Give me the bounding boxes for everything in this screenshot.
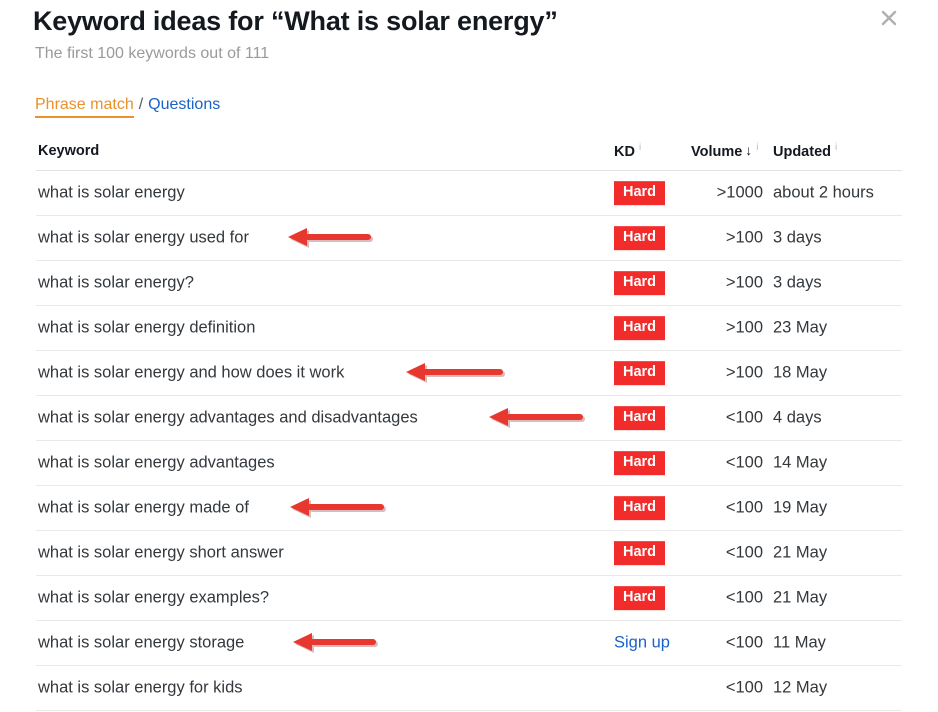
- cell-keyword: what is solar energy for kids: [38, 678, 243, 697]
- kd-badge: Hard: [614, 541, 666, 565]
- cell-updated: 4 days: [773, 408, 822, 427]
- table-row[interactable]: what is solar energy advantages Hard <100 1…: [36, 441, 902, 486]
- table-row[interactable]: what is solar energy advantages and disa…: [36, 396, 902, 441]
- cell-updated: 11 May: [773, 633, 826, 652]
- cell-updated: about 2 hours: [773, 183, 874, 202]
- table-row[interactable]: what is solar energy examples? Hard <100 21…: [36, 576, 902, 621]
- cell-volume: >1000: [716, 183, 763, 202]
- match-type-tabs: Phrase match / Questions: [35, 96, 220, 118]
- table-row[interactable]: what is solar energy definition Hard >100 2…: [36, 306, 902, 351]
- table-row[interactable]: what is solar energy short answer Hard <10…: [36, 531, 902, 576]
- cell-volume: <100: [725, 588, 763, 607]
- column-header-updated-label: Updated: [773, 143, 831, 160]
- cell-volume: >100: [725, 273, 763, 292]
- cell-updated: 3 days: [773, 273, 822, 292]
- kd-badge: Hard: [614, 316, 666, 340]
- kd-badge: Hard: [614, 181, 666, 205]
- close-icon[interactable]: [875, 4, 903, 32]
- cell-updated: 12 May: [773, 678, 828, 697]
- cell-volume: <100: [725, 453, 763, 472]
- column-header-keyword: Keyword: [38, 142, 100, 159]
- table-body: what is solar energy Hard >1000 about 2 hou…: [36, 171, 902, 711]
- info-icon-kd[interactable]: i: [639, 142, 641, 153]
- cell-volume: >100: [725, 363, 763, 382]
- info-icon-updated[interactable]: i: [835, 142, 837, 153]
- table-header-row: Keyword KD i Volume ↓ i Updated i: [36, 131, 902, 171]
- cell-keyword: what is solar energy advantages: [38, 453, 275, 472]
- cell-keyword: what is solar energy storage: [38, 633, 245, 652]
- cell-updated: 3 days: [773, 228, 822, 247]
- column-header-kd-label: KD: [614, 143, 635, 160]
- tab-separator: /: [138, 96, 144, 113]
- kd-badge: Hard: [614, 451, 666, 475]
- kd-badge: Hard: [614, 226, 666, 250]
- table-row[interactable]: what is solar energy storage Sign up <100 1…: [36, 621, 902, 666]
- keyword-ideas-panel: Keyword ideas for “What is solar energy”…: [0, 0, 938, 712]
- tab-questions[interactable]: Questions: [148, 96, 220, 113]
- sign-up-link[interactable]: Sign up: [614, 634, 670, 653]
- column-header-volume-label: Volume: [691, 143, 743, 160]
- cell-keyword: what is solar energy short answer: [38, 543, 284, 562]
- cell-volume: <100: [725, 408, 763, 427]
- cell-updated: 21 May: [773, 588, 828, 607]
- table-row[interactable]: what is solar energy for kids <100 12 May: [36, 666, 902, 711]
- keyword-table: Keyword KD i Volume ↓ i Updated i what is so…: [36, 131, 902, 711]
- cell-volume: >100: [725, 228, 763, 247]
- cell-keyword: what is solar energy used for: [38, 228, 249, 247]
- table-row[interactable]: what is solar energy made of Hard <100 19 M…: [36, 486, 902, 531]
- cell-keyword: what is solar energy advantages and disa…: [38, 408, 418, 427]
- cell-updated: 19 May: [773, 498, 828, 517]
- cell-volume: <100: [725, 543, 763, 562]
- cell-keyword: what is solar energy and how does it wor…: [38, 363, 345, 382]
- page-subtitle: The first 100 keywords out of 111: [35, 45, 270, 62]
- cell-updated: 21 May: [773, 543, 828, 562]
- cell-keyword: what is solar energy: [38, 183, 185, 202]
- cell-updated: 18 May: [773, 363, 828, 382]
- table-row[interactable]: what is solar energy and how does it wor…: [36, 351, 902, 396]
- cell-updated: 14 May: [773, 453, 828, 472]
- cell-volume: <100: [725, 678, 763, 697]
- page-title: Keyword ideas for “What is solar energy”: [33, 6, 558, 36]
- tab-phrase-match[interactable]: Phrase match: [35, 96, 134, 118]
- column-header-updated[interactable]: Updated i: [773, 142, 837, 160]
- table-row[interactable]: what is solar energy used for Hard >100 3 d…: [36, 216, 902, 261]
- info-icon-volume[interactable]: i: [756, 142, 758, 153]
- kd-badge: Hard: [614, 271, 666, 295]
- cell-volume: <100: [725, 498, 763, 517]
- cell-volume: <100: [725, 633, 763, 652]
- kd-badge: Hard: [614, 361, 666, 385]
- kd-badge: Hard: [614, 496, 666, 520]
- cell-keyword: what is solar energy examples?: [38, 588, 270, 607]
- cell-keyword: what is solar energy definition: [38, 318, 256, 337]
- cell-keyword: what is solar energy?: [38, 273, 194, 292]
- kd-badge: Hard: [614, 406, 666, 430]
- table-row[interactable]: what is solar energy? Hard >100 3 days: [36, 261, 902, 306]
- cell-volume: >100: [725, 318, 763, 337]
- cell-updated: 23 May: [773, 318, 828, 337]
- cell-keyword: what is solar energy made of: [38, 498, 249, 517]
- kd-badge: Hard: [614, 586, 666, 610]
- table-row[interactable]: what is solar energy Hard >1000 about 2 hou…: [36, 171, 902, 216]
- column-header-volume[interactable]: Volume ↓ i: [691, 142, 759, 160]
- sort-descending-icon[interactable]: ↓: [745, 142, 752, 158]
- column-header-kd[interactable]: KD i: [614, 142, 702, 160]
